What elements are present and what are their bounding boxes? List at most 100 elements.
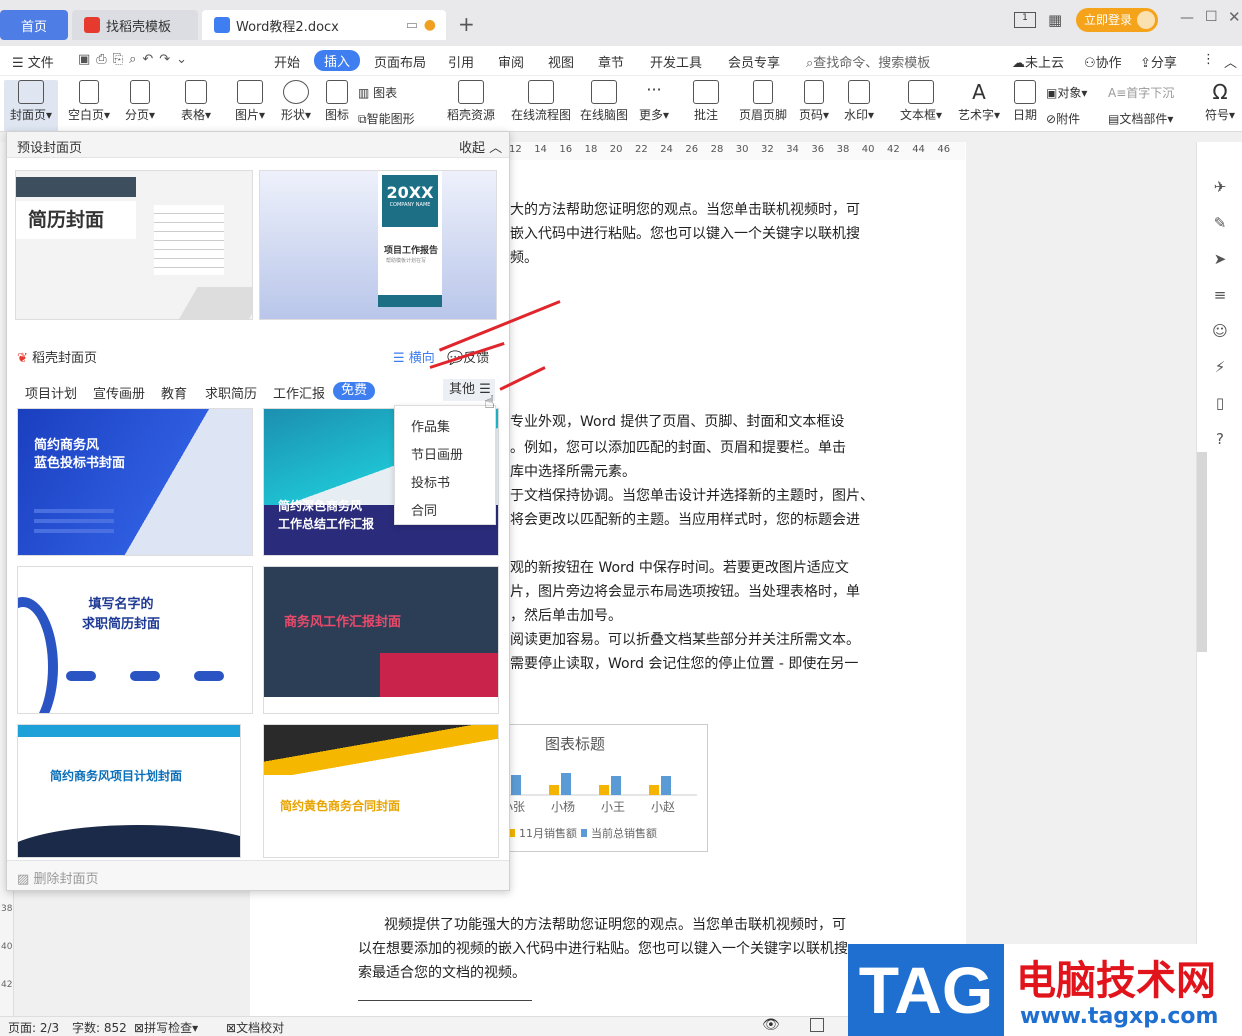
wordart-button[interactable]: A 艺术字▾ bbox=[954, 80, 1004, 123]
robot-icon[interactable]: ☺ bbox=[1211, 322, 1229, 340]
pen-icon[interactable]: ✎ bbox=[1211, 214, 1229, 232]
login-button[interactable]: 立即登录 bbox=[1076, 8, 1158, 32]
blank-page-button[interactable]: 空白页▾ bbox=[66, 80, 112, 123]
header-footer-button[interactable]: 页眉页脚 bbox=[736, 80, 790, 123]
page-view-icon[interactable] bbox=[810, 1018, 824, 1032]
doc-proofread[interactable]: ⊠文档校对 bbox=[226, 1019, 284, 1036]
dropdown-item-contract[interactable]: 合同 bbox=[411, 500, 437, 519]
sliders-icon[interactable]: ≡ bbox=[1211, 286, 1229, 304]
collapse-ribbon-icon[interactable]: ︿ bbox=[1224, 52, 1237, 71]
online-mindmap-button[interactable]: 在线脑图 bbox=[578, 80, 630, 123]
watermark-button[interactable]: 水印▾ bbox=[840, 80, 878, 123]
tab-document[interactable]: Word教程2.docx ● ▭ bbox=[202, 10, 446, 40]
spell-check[interactable]: ⊠拼写检查▾ bbox=[134, 1019, 198, 1036]
lightning-icon[interactable]: ⚡ bbox=[1211, 358, 1229, 376]
dropdown-item-holiday[interactable]: 节日画册 bbox=[411, 444, 463, 463]
dropdown-item-bid[interactable]: 投标书 bbox=[411, 472, 450, 491]
template-card[interactable]: 商务风工作汇报封面 bbox=[263, 566, 499, 714]
eye-icon[interactable]: 👁 bbox=[762, 1017, 780, 1033]
object-button[interactable]: ▣对象▾ bbox=[1046, 84, 1087, 101]
doc-line: 片，图片旁边将会显示布局选项按钮。当处理表格时，单 bbox=[510, 584, 860, 600]
symbol-button[interactable]: Ω 符号▾ bbox=[1202, 80, 1238, 123]
cover-page-button[interactable]: 封面页▾ bbox=[4, 80, 58, 132]
picture-button[interactable]: 图片▾ bbox=[230, 80, 270, 123]
dual-page-icon[interactable]: 1 bbox=[1014, 12, 1036, 28]
menu-view[interactable]: 视图 bbox=[548, 52, 574, 71]
collab-button[interactable]: ⚇协作 bbox=[1084, 52, 1122, 71]
picture-icon bbox=[237, 80, 263, 104]
file-menu[interactable]: ☰ 文件 bbox=[12, 52, 54, 71]
page-number-button[interactable]: 页码▾ bbox=[796, 80, 832, 123]
share-button[interactable]: ⇪分享 bbox=[1140, 52, 1177, 71]
smartart-button[interactable]: ⧉智能图形 bbox=[358, 110, 415, 127]
table-button[interactable]: 表格▾ bbox=[174, 80, 218, 123]
attachment-button[interactable]: ⊘附件 bbox=[1046, 110, 1080, 127]
dropdown-item-portfolio[interactable]: 作品集 bbox=[411, 416, 450, 435]
quick-access-icons[interactable]: ▣⎙⎘⌕↶↷⌄ bbox=[78, 52, 193, 67]
category-education[interactable]: 教育 bbox=[161, 383, 187, 402]
right-tool-bar: ✈ ✎ ➤ ≡ ☺ ⚡ ▯ ? bbox=[1196, 142, 1242, 1018]
template-card[interactable]: 简约商务风项目计划封面 bbox=[17, 724, 241, 858]
template-card[interactable]: 简约黄色商务合同封面 bbox=[263, 724, 499, 858]
delete-cover-button[interactable]: ▨ 删除封面页 bbox=[17, 868, 98, 887]
doc-parts-button[interactable]: ▤文档部件▾ bbox=[1108, 110, 1173, 127]
category-resume[interactable]: 求职简历 bbox=[205, 383, 257, 402]
new-tab-icon[interactable]: + bbox=[458, 12, 475, 36]
more-button[interactable]: ··· 更多▾ bbox=[636, 80, 672, 123]
icon-button[interactable]: 图标 bbox=[322, 80, 352, 123]
search-command[interactable]: ⌕查找命令、搜索模板 bbox=[806, 52, 930, 71]
tab-home[interactable]: 首页 bbox=[0, 10, 68, 40]
cursor-icon[interactable]: ➤ bbox=[1211, 250, 1229, 268]
category-project[interactable]: 项目计划 bbox=[25, 383, 77, 402]
book-icon[interactable]: ▯ bbox=[1211, 394, 1229, 412]
category-report[interactable]: 工作汇报 bbox=[273, 383, 325, 402]
menu-start[interactable]: 开始 bbox=[274, 52, 300, 71]
more-icon[interactable]: ⋮ bbox=[1202, 52, 1215, 67]
menu-references[interactable]: 引用 bbox=[448, 52, 474, 71]
drop-cap-button[interactable]: A≡首字下沉 bbox=[1108, 84, 1174, 101]
category-brochure[interactable]: 宣传画册 bbox=[93, 383, 145, 402]
monitor-icon[interactable]: ▭ bbox=[406, 18, 418, 33]
menu-chapter[interactable]: 章节 bbox=[598, 52, 624, 71]
maximize-icon[interactable]: ☐ bbox=[1205, 9, 1218, 25]
word-count[interactable]: 字数: 852 bbox=[72, 1019, 127, 1036]
legend-label: 当前总销售额 bbox=[591, 826, 657, 840]
menu-member[interactable]: 会员专享 bbox=[728, 52, 780, 71]
landscape-button[interactable]: ☰ 横向 bbox=[393, 347, 435, 366]
help-icon[interactable]: ? bbox=[1211, 430, 1229, 448]
menu-bar: ☰ 文件 ▣⎙⎘⌕↶↷⌄ 开始 插入 页面布局 引用 审阅 视图 章节 开发工具… bbox=[0, 46, 1242, 76]
online-flowchart-button[interactable]: 在线流程图 bbox=[508, 80, 574, 123]
page-break-button[interactable]: 分页▾ bbox=[120, 80, 160, 123]
rocket-icon[interactable]: ✈ bbox=[1211, 178, 1229, 196]
scrollbar[interactable] bbox=[1197, 452, 1207, 652]
minimize-icon[interactable]: — bbox=[1180, 10, 1194, 26]
grid-icon[interactable]: ▦ bbox=[1048, 11, 1062, 29]
daoke-resource-button[interactable]: 稻壳资源 bbox=[442, 80, 500, 123]
template-card[interactable]: 填写名字的 求职简历封面 bbox=[17, 566, 253, 714]
chart-button[interactable]: ▥ 图表 bbox=[358, 84, 397, 101]
menu-insert[interactable]: 插入 bbox=[314, 50, 361, 71]
tab-daoke-templates[interactable]: 找稻壳模板 bbox=[72, 10, 198, 40]
template-card[interactable]: 简约商务风 蓝色投标书封面 bbox=[17, 408, 253, 556]
menu-layout[interactable]: 页面布局 bbox=[374, 52, 426, 71]
comment-button[interactable]: 批注 bbox=[690, 80, 722, 123]
chart-bar bbox=[649, 785, 659, 795]
preset-cover-resume[interactable]: 简历封面 bbox=[15, 170, 253, 320]
close-icon[interactable]: ✕ bbox=[1228, 8, 1241, 26]
cloud-status[interactable]: ☁未上云 bbox=[1012, 52, 1064, 71]
shape-button[interactable]: 形状▾ bbox=[276, 80, 316, 123]
doc-line: 于文档保持协调。当您单击设计并选择新的主题时，图片、 bbox=[510, 488, 874, 504]
chart[interactable]: 图表标题 小张 小杨 小王 小赵 11月销售额 当前总销售额 bbox=[506, 724, 708, 852]
menu-review[interactable]: 审阅 bbox=[498, 52, 524, 71]
site-watermark: TAG 电脑技术网 www.tagxp.com bbox=[848, 944, 1242, 1036]
ruler-tick-label: 28 bbox=[710, 144, 724, 155]
ruler-tick-label: 26 bbox=[685, 144, 699, 155]
preset-cover-report[interactable]: 20XX COMPANY NAME 项目工作报告 帮助模板计划在写 bbox=[259, 170, 497, 320]
category-free[interactable]: 免费 bbox=[333, 382, 376, 400]
collapse-button[interactable]: 收起 ︿ bbox=[459, 137, 502, 156]
table-icon bbox=[185, 80, 207, 104]
date-button[interactable]: 日期 bbox=[1010, 80, 1040, 123]
doc-line: 库中选择所需元素。 bbox=[510, 464, 636, 480]
textbox-button[interactable]: 文本框▾ bbox=[896, 80, 946, 123]
menu-developer[interactable]: 开发工具 bbox=[650, 52, 702, 71]
